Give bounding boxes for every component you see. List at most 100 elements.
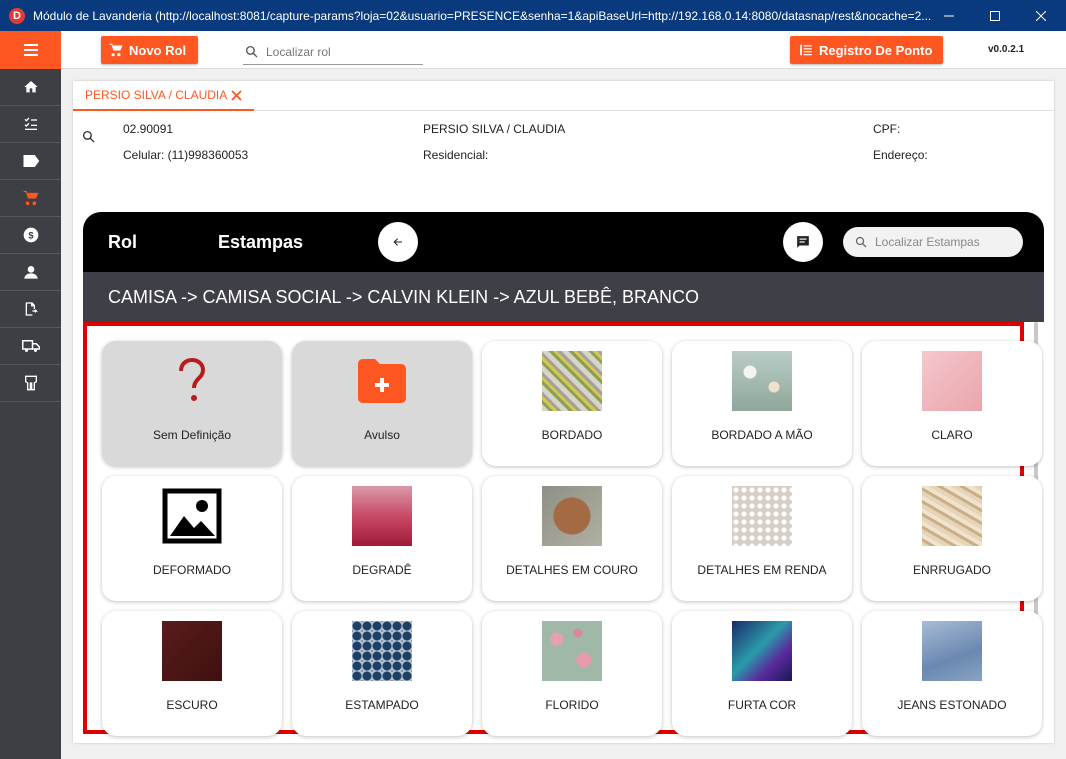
search-rol-input[interactable] (266, 44, 416, 59)
svg-text:$: $ (28, 230, 34, 240)
chat-icon (797, 236, 809, 248)
cart-icon (109, 43, 123, 57)
registro-ponto-label: Registro De Ponto (819, 42, 933, 58)
hanger-icon (24, 375, 37, 391)
estampa-card-estampado[interactable]: ESTAMPADO (292, 611, 472, 736)
search-icon (245, 45, 258, 58)
panel-header: Rol Estampas (83, 212, 1044, 272)
estampa-card-avulso[interactable]: Avulso (292, 341, 472, 466)
estampado-image (352, 621, 412, 681)
export-icon (25, 302, 38, 316)
estampa-card-claro[interactable]: CLARO (862, 341, 1042, 466)
image-placeholder-icon (162, 486, 222, 546)
estampa-card-escuro[interactable]: ESCURO (102, 611, 282, 736)
estampa-label: DETALHES EM COURO (506, 563, 638, 577)
tab-label: PERSIO SILVA / CLAUDIA (85, 88, 228, 102)
sidebar-item-laundry[interactable] (0, 365, 61, 402)
home-icon (23, 81, 38, 93)
estampa-label: BORDADO (541, 428, 603, 442)
search-customer-icon[interactable] (82, 130, 95, 143)
customer-code: 02.90091 (123, 122, 174, 136)
estampa-card-degrade[interactable]: DEGRADÊ (292, 476, 472, 601)
customer-cpf: CPF: (873, 122, 901, 136)
estampa-card-bordado-a-mao[interactable]: BORDADO A MÃO (672, 341, 852, 466)
customer-residencial: Residencial: (423, 148, 489, 162)
sidebar-item-home[interactable] (0, 69, 61, 106)
panel-rol-label: Rol (108, 232, 137, 252)
window-titlebar: D Módulo de Lavanderia (http://localhost… (0, 0, 1066, 31)
main-card: PERSIO SILVA / CLAUDIA 02.90091 PERSIO S… (73, 81, 1054, 743)
back-button[interactable] (378, 222, 418, 262)
estampa-label: FURTA COR (727, 698, 797, 712)
tab-customer[interactable]: PERSIO SILVA / CLAUDIA (73, 81, 255, 111)
degrade-image (352, 486, 412, 546)
escuro-image (162, 621, 222, 681)
estampa-card-florido[interactable]: FLORIDO (482, 611, 662, 736)
customer-name: PERSIO SILVA / CLAUDIA (423, 122, 566, 136)
estampa-card-bordado[interactable]: BORDADO (482, 341, 662, 466)
novo-rol-label: Novo Rol (129, 42, 187, 58)
sidebar-item-delivery[interactable] (0, 328, 61, 365)
estampa-label: Avulso (364, 428, 400, 442)
estampa-label: FLORIDO (545, 698, 599, 712)
estampa-label: ESTAMPADO (345, 698, 419, 712)
hamburger-icon (23, 44, 38, 56)
menu-toggle-button[interactable] (0, 31, 61, 69)
app-version: v0.0.2.1 (988, 44, 1025, 55)
customer-celular: Celular: (11)998360053 (123, 148, 249, 162)
person-icon (23, 266, 38, 279)
novo-rol-button[interactable]: Novo Rol (101, 36, 198, 64)
estampas-panel: Rol Estampas CAMISA -> CAMISA SOCIAL -> … (83, 212, 1044, 743)
app-icon: D (9, 7, 25, 24)
label-icon (23, 155, 39, 167)
search-estampas-field (843, 227, 1023, 257)
money-icon: $ (23, 227, 38, 243)
estampa-card-sem-definicao[interactable]: Sem Definição (102, 341, 282, 466)
estampa-label: DEGRADÊ (352, 563, 412, 577)
sidebar-item-checklist[interactable] (0, 106, 61, 143)
estampa-card-detalhes-couro[interactable]: DETALHES EM COURO (482, 476, 662, 601)
chat-button[interactable] (783, 222, 823, 262)
enrrugado-image (922, 486, 982, 546)
renda-image (732, 486, 792, 546)
sidebar-item-labels[interactable] (0, 143, 61, 180)
sidebar-item-export[interactable] (0, 291, 61, 328)
estampa-label: CLARO (931, 428, 973, 442)
panel-title: Estampas (218, 232, 304, 252)
estampa-card-jeans-estonado[interactable]: JEANS ESTONADO (862, 611, 1042, 736)
close-window-button[interactable] (1018, 0, 1064, 31)
sidebar-item-customers[interactable] (0, 254, 61, 291)
minimize-button[interactable] (926, 0, 972, 31)
bordado-image (542, 351, 602, 411)
close-icon[interactable] (231, 89, 242, 101)
estampa-card-enrrugado[interactable]: ENRRUGADO (862, 476, 1042, 601)
maximize-icon (990, 10, 1000, 21)
couro-image (542, 486, 602, 546)
search-estampas-input[interactable] (875, 235, 1015, 249)
bordado-mao-image (732, 351, 792, 411)
estampa-label: Sem Definição (152, 428, 232, 442)
estampa-card-furta-cor[interactable]: FURTA COR (672, 611, 852, 736)
close-icon (1036, 10, 1046, 21)
arrow-left-icon (393, 238, 402, 246)
customer-endereco: Endereço: (873, 148, 928, 162)
top-header: Novo Rol Registro De Ponto v0.0.2.1 (61, 31, 1066, 69)
search-icon (855, 236, 867, 248)
search-rol-field (243, 39, 423, 65)
sidebar-item-finance[interactable]: $ (0, 217, 61, 254)
minimize-icon (944, 15, 954, 16)
estampa-label: BORDADO A MÃO (711, 428, 813, 442)
registro-ponto-button[interactable]: Registro De Ponto (790, 36, 943, 64)
estampa-card-detalhes-renda[interactable]: DETALHES EM RENDA (672, 476, 852, 601)
estampa-card-deformado[interactable]: DEFORMADO (102, 476, 282, 601)
estampa-label: DETALHES EM RENDA (697, 563, 827, 577)
estampa-label: JEANS ESTONADO (897, 698, 1007, 712)
estampa-label: ESCURO (166, 698, 218, 712)
furta-cor-image (732, 621, 792, 681)
maximize-button[interactable] (972, 0, 1018, 31)
estampa-label: DEFORMADO (153, 563, 231, 577)
window-title: Módulo de Lavanderia (http://localhost:8… (33, 8, 932, 23)
estampas-grid: Sem Definição Avulso BORDADO BORDADO A M… (83, 322, 1042, 736)
checklist-icon (24, 117, 37, 130)
sidebar-item-cart[interactable] (0, 180, 61, 217)
